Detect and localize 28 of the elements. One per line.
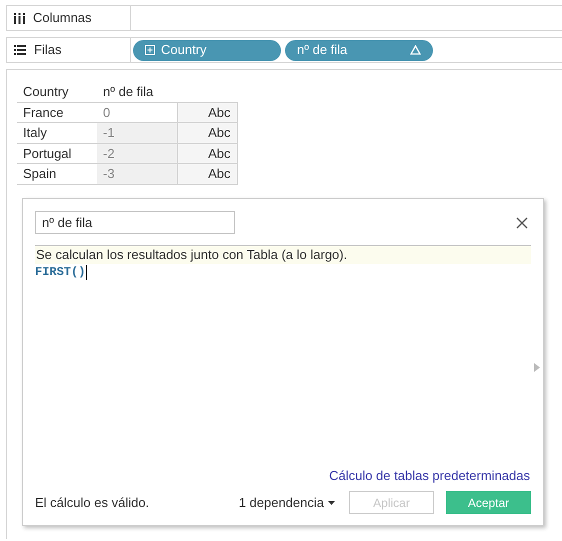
expand-icon [145, 45, 155, 55]
column-header: nº de fila [97, 82, 177, 102]
table-cell: France [17, 102, 97, 122]
table-cell: Abc [177, 164, 237, 184]
dependencies-dropdown[interactable]: 1 dependencia [238, 492, 335, 512]
caret-icon [328, 500, 335, 504]
status-text: El cálculo es válido. [35, 494, 150, 512]
table-cell: -1 [97, 122, 177, 143]
shelf-label: Filas [34, 41, 62, 60]
dimension-pill[interactable]: Country [133, 40, 281, 60]
pill-label: Country [161, 41, 207, 60]
table-cell: Abc [177, 143, 237, 164]
name-field[interactable]: nº de fila [35, 211, 235, 234]
table-cell: Abc [177, 102, 237, 122]
info-text: Se calculan los resultados junto con Tabla (a lo largo). [35, 246, 531, 264]
pill-label: nº de fila [297, 41, 348, 60]
formula-text[interactable]: FIRST() [35, 263, 86, 281]
columns-icon [14, 12, 25, 24]
column-header: Country [17, 82, 97, 102]
table-cell: -2 [97, 143, 177, 164]
list-icon [14, 45, 26, 55]
calculation-pill[interactable]: nº de fila [285, 40, 433, 60]
default-table-calculation-link[interactable]: Cálculo de tablas predeterminadas [329, 466, 530, 485]
table-cell: Abc [177, 122, 237, 143]
close-icon[interactable] [516, 216, 528, 228]
delta-icon [410, 45, 421, 55]
table-cell: -3 [97, 164, 177, 184]
shelf-label: Columnas [33, 9, 92, 28]
